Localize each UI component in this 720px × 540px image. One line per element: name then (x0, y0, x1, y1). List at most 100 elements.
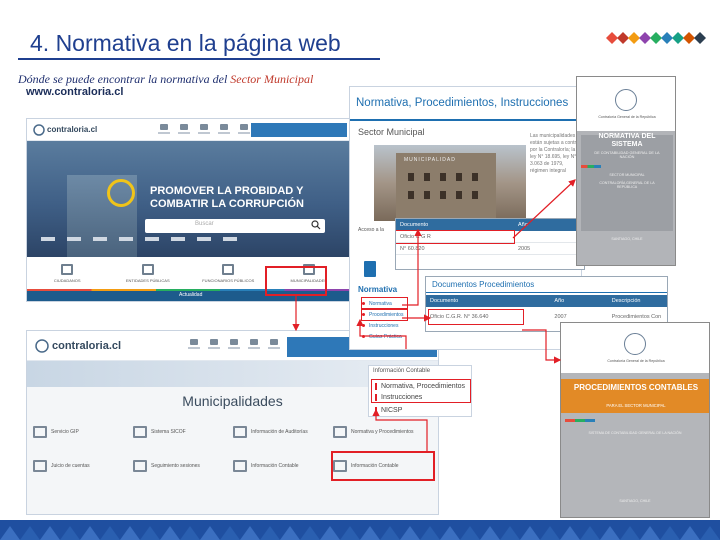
cover-title: NORMATIVA DEL SISTEMA (598, 133, 656, 148)
access-label: Acceso a la (358, 227, 384, 233)
shortcut-link[interactable] (119, 237, 133, 241)
website-url[interactable]: www.contraloria.cl (26, 86, 123, 98)
chart-icon (333, 460, 347, 472)
menu-item-guias[interactable]: Guías Práctica (362, 331, 407, 342)
menu-item-label: Procedimientos (369, 311, 404, 318)
title-underline (18, 58, 380, 60)
cover-title: PROCEDIMIENTOS CONTABLES (573, 383, 699, 392)
shortcut-link[interactable] (197, 237, 211, 241)
document-icon (333, 426, 347, 438)
service-label: Normativa y Procedimientos (351, 429, 414, 435)
nav-item-icon[interactable] (237, 124, 251, 136)
building-facade (396, 153, 496, 221)
menu-item-normativa[interactable]: Normativa (360, 297, 409, 310)
service-item[interactable]: Juicio de cuentas (33, 453, 133, 479)
cell-year: 2007 (554, 314, 567, 320)
hero-logo-icon (107, 179, 135, 207)
cover-header: Contraloría General de la República (577, 77, 675, 131)
service-item-informacion-contable[interactable]: Información Contable (331, 451, 435, 481)
normativa-cover-document[interactable]: Contraloría General de la República NORM… (576, 76, 676, 266)
municipalidades-services-grid: Servicio GIP Sistema SICOF Información d… (33, 419, 435, 481)
homepage-nav-highlight (251, 123, 347, 137)
cover-line: SISTEMA DE CONTABILIDAD GENERAL DE LA NA… (588, 431, 682, 435)
service-label: Seguimiento sesiones (151, 463, 200, 469)
table-header: Documento Año Descripción (426, 295, 667, 307)
tile-entidades[interactable]: ENTIDADES PÚBLICAS (108, 257, 189, 289)
nav-item-icon[interactable] (197, 124, 211, 136)
service-label: Sistema SICOF (151, 429, 186, 435)
highlight-document-row (396, 230, 515, 244)
shortcut-link[interactable] (67, 237, 81, 241)
column-header: Descripción (611, 298, 641, 304)
nav-item-icon[interactable] (187, 339, 201, 351)
column-header: Documento (400, 222, 429, 228)
menu-item-instrucciones[interactable]: Instrucciones (362, 320, 407, 331)
nav-item-icon[interactable] (247, 339, 261, 351)
service-label: Información Contable (351, 463, 399, 469)
homepage-hero: PROMOVER LA PROBIDAD Y COMBATIR LA CORRU… (27, 141, 349, 257)
procedimientos-cover-document[interactable]: Contraloría General de la República PROC… (560, 322, 710, 518)
cell-document: N° 60.820 (400, 245, 425, 252)
shortcut-link[interactable] (145, 237, 159, 241)
normativa-menu: Normativa Procedimientos Instrucciones G… (360, 297, 409, 342)
service-item[interactable]: Sistema SICOF (133, 419, 233, 445)
column-header: Año (518, 222, 528, 228)
cover-color-strip (565, 419, 595, 422)
nav-item-icon[interactable] (177, 124, 191, 136)
service-icon (33, 426, 47, 438)
municipalidades-logo[interactable]: contraloria.cl (52, 340, 121, 352)
municipalidades-nav (187, 339, 281, 351)
id-card-icon (222, 263, 235, 275)
service-item[interactable]: Información de Auditorías (233, 419, 333, 445)
nav-item-icon[interactable] (207, 339, 221, 351)
bullet-icon (362, 302, 365, 305)
cover-footer: SANTIAGO, CHILE (619, 499, 651, 503)
cover-logo-text: Contraloría General de la República (598, 115, 656, 119)
window (456, 191, 462, 199)
menu-item-nicsp[interactable]: NICSP (375, 407, 471, 414)
service-label: Información de Auditorías (251, 429, 308, 435)
title-rule (426, 292, 667, 293)
window (424, 173, 430, 181)
service-item[interactable]: Información Contable (233, 453, 333, 479)
shortcut-link[interactable] (93, 237, 107, 241)
service-item[interactable]: Normativa y Procedimientos (333, 419, 433, 445)
highlight-procedimientos-row (428, 309, 524, 325)
sector-header-title: Normativa, Procedimientos, Instrucciones (356, 97, 569, 109)
homepage-search-input[interactable]: Buscar (145, 219, 325, 233)
search-icon[interactable] (311, 220, 321, 230)
normativa-documents-table: Documento Año Oficio C G R N° 60.820 200… (395, 218, 585, 270)
footer-link[interactable]: Actualidad (179, 292, 202, 298)
shortcut-link[interactable] (41, 237, 55, 241)
table-row[interactable]: N° 60.820 2005 (396, 243, 584, 255)
scales-icon (33, 460, 47, 472)
nav-item-icon[interactable] (267, 339, 281, 351)
window (472, 173, 478, 181)
shortcut-link[interactable] (171, 237, 185, 241)
window (408, 191, 414, 199)
highlight-municipalidades-tile (265, 266, 327, 296)
bullet-icon (362, 324, 365, 327)
service-label: Información Contable (251, 463, 299, 469)
municipalidades-screenshot: contraloria.cl Municipalidades Servicio … (26, 330, 439, 515)
nav-item-icon[interactable] (227, 339, 241, 351)
homepage-logo[interactable]: contraloria.cl (47, 125, 97, 134)
tile-ciudadanos[interactable]: CIUDADANOS (27, 257, 108, 289)
document-icon (364, 261, 376, 277)
nav-item-icon[interactable] (217, 124, 231, 136)
shortcut-link[interactable] (223, 237, 237, 241)
slide-subtitle: Dónde se puede encontrar la normativa de… (18, 72, 313, 87)
people-icon (133, 460, 147, 472)
cover-line: SECTOR MUNICIPAL (609, 173, 645, 177)
cover-line: CONTRALORÍA GENERAL DE LA REPÚBLICA (599, 181, 655, 189)
nav-item-icon[interactable] (157, 124, 171, 136)
tile-label: CIUDADANOS (53, 277, 81, 283)
informacion-contable-menu: Información Contable Normativa, Procedim… (368, 365, 472, 417)
government-seal-icon (624, 333, 646, 355)
menu-item-procedimientos[interactable]: Procedimientos (360, 308, 409, 321)
service-item[interactable]: Servicio GIP (33, 419, 133, 445)
service-item[interactable]: Seguimiento sesiones (133, 453, 233, 479)
tile-funcionarios[interactable]: FUNCIONARIOS PÚBLICOS (188, 257, 269, 289)
menu-heading: Información Contable (373, 368, 431, 374)
header-rule (350, 119, 581, 121)
